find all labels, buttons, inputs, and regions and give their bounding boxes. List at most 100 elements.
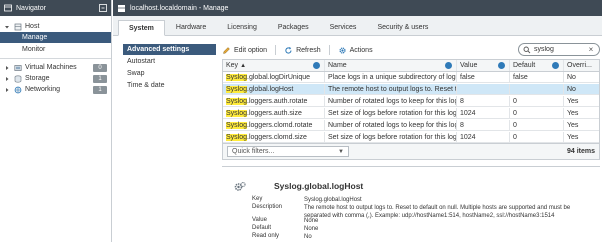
expand-arrow-icon[interactable] xyxy=(3,64,11,72)
column-header-name[interactable]: Name xyxy=(325,60,457,71)
table-row[interactable]: Syslog .loggers.auth.rotate Number of rot… xyxy=(223,96,599,107)
search-highlight: Syslog xyxy=(226,73,248,81)
detail-label: Read only xyxy=(252,233,280,239)
edit-option-label: Edit option xyxy=(234,46,268,54)
filter-icon[interactable] xyxy=(313,62,320,69)
tab-security-users[interactable]: Security & users xyxy=(367,20,438,35)
count-badge: 1 xyxy=(93,74,107,83)
host-icon xyxy=(14,23,22,31)
tab-system[interactable]: System xyxy=(118,20,165,36)
detail-row-default: Default None xyxy=(252,225,584,233)
tab-packages[interactable]: Packages xyxy=(268,20,319,35)
nav-item-host[interactable]: Host xyxy=(0,21,111,32)
name-cell: Number of rotated logs to keep for this … xyxy=(325,120,457,130)
nav-item-label: Host xyxy=(25,23,40,30)
table-row[interactable]: Syslog .global.logDirUnique Place logs in… xyxy=(223,72,599,83)
menu-item-swap[interactable]: Swap xyxy=(123,68,216,79)
gear-icon xyxy=(338,46,347,55)
refresh-icon xyxy=(284,46,293,55)
actions-button[interactable]: Actions xyxy=(338,46,373,55)
value-cell: 1024 xyxy=(457,132,510,142)
storage-icon xyxy=(14,74,22,83)
name-cell: Set size of logs before rotation for thi… xyxy=(325,108,457,118)
filter-icon[interactable] xyxy=(498,62,505,69)
filter-icon[interactable] xyxy=(552,62,559,69)
default-cell xyxy=(510,84,564,94)
tab-services[interactable]: Services xyxy=(320,20,367,35)
default-cell: 0 xyxy=(510,120,564,130)
edit-option-button[interactable]: Edit option xyxy=(222,46,267,55)
menu-item-time-date[interactable]: Time & date xyxy=(123,80,216,91)
tab-hardware[interactable]: Hardware xyxy=(166,20,216,35)
table-footer: Quick filters... ▼ 94 items xyxy=(222,144,600,160)
search-highlight: Syslog xyxy=(226,121,248,129)
settings-gears-icon xyxy=(234,181,246,193)
detail-value: None xyxy=(304,226,319,232)
search-highlight: Syslog xyxy=(226,85,248,93)
column-header-value[interactable]: Value xyxy=(457,60,510,71)
search-highlight: Syslog xyxy=(226,97,248,105)
nav-item-label: Storage xyxy=(25,75,50,82)
nav-item-virtual-machines[interactable]: Virtual Machines 0 xyxy=(0,62,111,73)
overridden-cell: Yes xyxy=(567,133,579,141)
key-cell: Syslog .global.logDirUnique xyxy=(223,72,325,82)
column-header-overridden[interactable]: Overri... xyxy=(564,60,599,71)
navigator-panel: Navigator Host Manage Monitor Virtual Ma… xyxy=(0,0,112,242)
expand-arrow-icon[interactable] xyxy=(3,75,11,83)
clear-search-icon[interactable]: × xyxy=(587,45,595,54)
search-input[interactable] xyxy=(534,46,586,53)
table-row[interactable]: Syslog .loggers.clomd.rotate Number of ro… xyxy=(223,120,599,131)
nav-item-networking[interactable]: Networking 1 xyxy=(0,84,111,95)
toolbar: Edit option Refresh Actions × xyxy=(222,43,600,57)
networking-icon xyxy=(14,86,22,94)
nav-item-label: Monitor xyxy=(22,46,46,53)
column-header-key[interactable]: Key ▲ xyxy=(223,60,325,71)
menu-item-advanced-settings[interactable]: Advanced settings xyxy=(123,44,216,55)
refresh-button[interactable]: Refresh xyxy=(284,46,321,55)
overridden-cell: Yes xyxy=(567,121,579,129)
table-header: Key ▲ Name Value Default Overri... xyxy=(223,60,599,72)
actions-label: Actions xyxy=(349,46,373,54)
nav-item-monitor[interactable]: Monitor xyxy=(0,44,111,55)
refresh-label: Refresh xyxy=(296,46,321,54)
collapse-icon[interactable] xyxy=(99,4,107,12)
detail-row-read-only: Read only No xyxy=(252,233,584,241)
overridden-cell: No xyxy=(567,85,576,93)
toolbar-divider xyxy=(328,45,330,55)
detail-value: No xyxy=(304,234,312,240)
value-cell: 8 xyxy=(457,120,510,130)
default-cell: 0 xyxy=(510,132,564,142)
nav-item-label: Networking xyxy=(25,86,61,93)
menu-item-autostart[interactable]: Autostart xyxy=(123,56,216,67)
detail-value: Syslog.global.logHost xyxy=(304,197,362,203)
name-cell: The remote host to output logs to. Reset… xyxy=(325,84,457,94)
window-title: localhost.localdomain - Manage xyxy=(130,4,229,12)
collapse-arrow-icon[interactable] xyxy=(3,23,11,31)
default-cell: 0 xyxy=(510,96,564,106)
nav-item-manage[interactable]: Manage xyxy=(0,32,111,43)
key-cell: Syslog .loggers.clomd.rotate xyxy=(223,120,325,130)
expand-arrow-icon[interactable] xyxy=(3,86,11,94)
window-titlebar: localhost.localdomain - Manage xyxy=(113,0,602,16)
filter-icon[interactable] xyxy=(445,62,452,69)
nav-item-storage[interactable]: Storage 1 xyxy=(0,73,111,84)
overridden-cell: Yes xyxy=(567,97,579,105)
detail-value: None xyxy=(304,218,319,224)
quick-filters-dropdown[interactable]: Quick filters... ▼ xyxy=(227,146,349,157)
table-row-selected[interactable]: Syslog .global.logHost The remote host to… xyxy=(223,84,599,95)
search-highlight: Syslog xyxy=(226,133,248,141)
pencil-icon xyxy=(222,46,231,55)
default-cell: 0 xyxy=(510,108,564,118)
column-header-default[interactable]: Default xyxy=(510,60,564,71)
name-cell: Number of rotated logs to keep for this … xyxy=(325,96,457,106)
key-cell: Syslog .loggers.auth.size xyxy=(223,108,325,118)
tab-licensing[interactable]: Licensing xyxy=(217,20,267,35)
table-row[interactable]: Syslog .loggers.clomd.size Set size of lo… xyxy=(223,132,599,143)
toolbar-divider xyxy=(275,45,277,55)
navigator-icon xyxy=(4,4,12,12)
item-count: 94 items xyxy=(566,148,595,155)
search-box[interactable]: × xyxy=(518,43,600,56)
name-cell: Place logs in a unique subdirectory of l… xyxy=(325,72,457,82)
details-title: Syslog.global.logHost xyxy=(274,181,364,191)
table-row[interactable]: Syslog .loggers.auth.size Set size of log… xyxy=(223,108,599,119)
